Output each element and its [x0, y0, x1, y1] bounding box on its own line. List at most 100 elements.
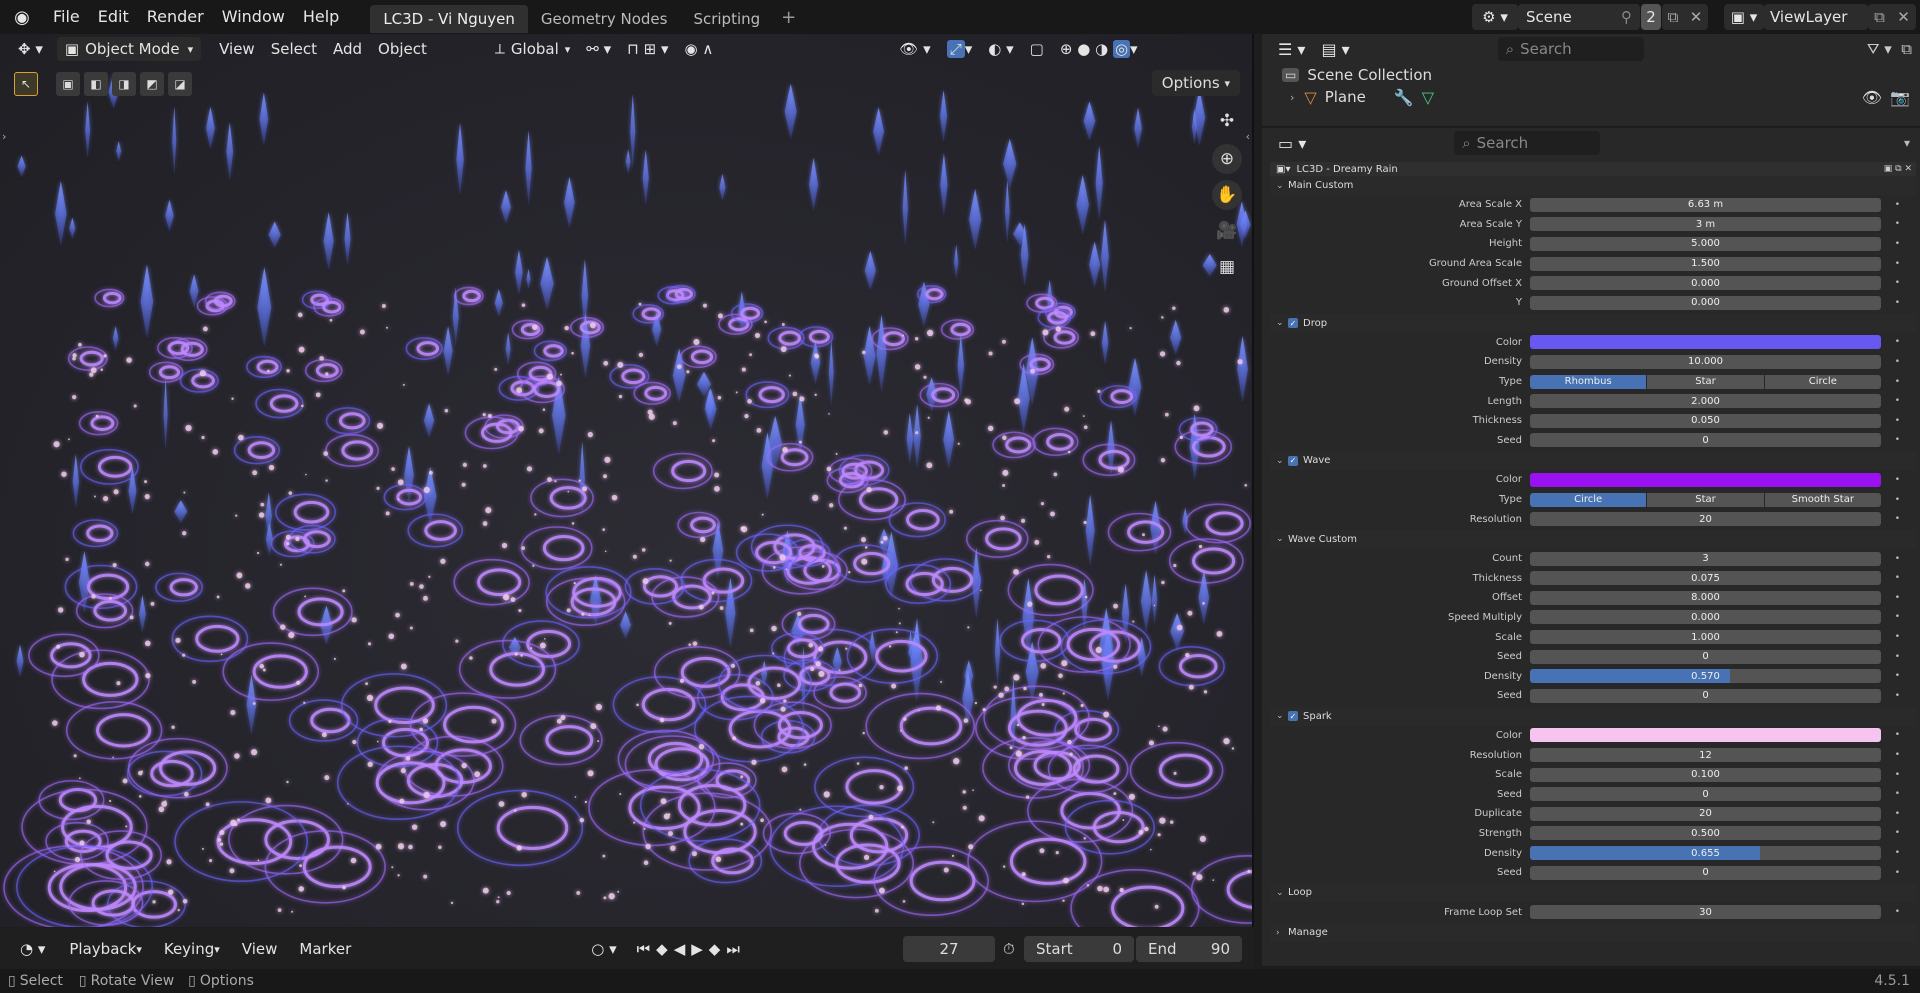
section-chevron-icon[interactable]: ⌄ [1276, 318, 1288, 328]
number-field[interactable]: 20 [1530, 806, 1881, 821]
section-drop[interactable]: ⌄ ✓ Drop [1270, 313, 1916, 333]
transform-orientation[interactable]: ⟂ Global ▾ [487, 37, 578, 61]
camera-view-icon[interactable]: 🎥 [1212, 216, 1242, 246]
keyframe-dot-icon[interactable]: • [1895, 278, 1900, 288]
keyframe-dot-icon[interactable]: • [1895, 200, 1900, 210]
number-field[interactable]: 0.500 [1530, 826, 1881, 841]
jump-end-icon[interactable]: ⏭ [726, 940, 746, 958]
menu-window[interactable]: Window [213, 0, 294, 34]
color-swatch[interactable] [1530, 335, 1881, 350]
auto-key-icon[interactable]: ○ ▾ [583, 937, 624, 961]
color-swatch[interactable] [1530, 472, 1881, 487]
3d-viewport[interactable]: ✥ ▾ ▣ Object Mode ▾ View Select Add Object … [0, 34, 1254, 927]
keyframe-dot-icon[interactable]: • [1895, 612, 1900, 622]
enum-option[interactable]: Smooth Star [1764, 492, 1881, 507]
keyframe-dot-icon[interactable]: • [1895, 337, 1900, 347]
keyframe-dot-icon[interactable]: • [1895, 514, 1900, 524]
keyframe-dot-icon[interactable]: • [1895, 416, 1900, 426]
keyframe-dot-icon[interactable]: • [1895, 298, 1900, 308]
color-swatch[interactable] [1530, 728, 1881, 743]
select-tool-icon[interactable]: ↖ [14, 72, 38, 96]
number-field[interactable]: 0 [1530, 865, 1881, 880]
keyframe-dot-icon[interactable]: • [1895, 219, 1900, 229]
viewport-menu-object[interactable]: Object [370, 37, 435, 61]
scene-type-icon[interactable]: ⚙ ▾ [1472, 4, 1518, 30]
mode-selector[interactable]: ▣ Object Mode ▾ [56, 37, 202, 61]
keyframe-dot-icon[interactable]: • [1895, 377, 1900, 387]
outliner-search-input[interactable]: ⌕ Search [1497, 37, 1644, 61]
wireframe-shading-icon[interactable]: ⊕ [1060, 40, 1073, 58]
number-field[interactable]: 0.100 [1530, 767, 1881, 782]
section-wave-custom[interactable]: ⌄ Wave Custom [1270, 529, 1916, 549]
enum-option[interactable]: Star [1647, 492, 1764, 507]
timeline-menu-keying[interactable]: Keying ▾ [156, 937, 228, 961]
keyframe-dot-icon[interactable]: • [1895, 357, 1900, 367]
select-new-icon[interactable]: ▣ [56, 72, 80, 96]
workspace-tab[interactable]: Scripting [680, 5, 773, 33]
number-field[interactable]: 2.000 [1530, 394, 1881, 409]
keyframe-dot-icon[interactable]: • [1895, 435, 1900, 445]
keyframe-dot-icon[interactable]: • [1895, 730, 1900, 740]
start-frame-field[interactable]: Start 0 [1024, 936, 1134, 962]
number-field[interactable]: 0.570 [1530, 669, 1881, 684]
timeline-editor-icon[interactable]: ◔ ▾ [12, 937, 53, 961]
keyframe-dot-icon[interactable]: • [1895, 848, 1900, 858]
hide-eye-icon[interactable]: 👁 [1862, 88, 1882, 107]
section-chevron-icon[interactable]: ⌄ [1276, 888, 1288, 898]
pan-hand-icon[interactable]: ✋ [1212, 180, 1242, 210]
workspace-tab[interactable]: Geometry Nodes [528, 5, 681, 33]
menu-file[interactable]: File [44, 0, 89, 34]
number-field[interactable]: 1.500 [1530, 256, 1881, 271]
outliner-editor-icon[interactable]: ☰ ▾ [1270, 37, 1313, 61]
select-intersect-icon[interactable]: ◪ [168, 72, 192, 96]
panel-actions-icons[interactable]: ▣ ⧉ ✕ [1884, 164, 1912, 174]
zoom-icon[interactable]: ⊕ [1212, 144, 1242, 174]
number-field[interactable]: 1.000 [1530, 630, 1881, 645]
keyframe-dot-icon[interactable]: • [1895, 750, 1900, 760]
menu-edit[interactable]: Edit [89, 0, 138, 34]
number-field[interactable]: 0.075 [1530, 571, 1881, 586]
number-field[interactable]: 0.000 [1530, 610, 1881, 625]
scene-selector[interactable]: Scene ⚲ [1518, 4, 1640, 30]
keyframe-dot-icon[interactable]: • [1895, 259, 1900, 269]
stopwatch-icon[interactable]: ⏱ [1003, 940, 1015, 958]
select-extend-icon[interactable]: ◧ [84, 72, 108, 96]
number-field[interactable]: 0 [1530, 787, 1881, 802]
number-field[interactable]: 8.000 [1530, 590, 1881, 605]
menu-help[interactable]: Help [294, 0, 348, 34]
perspective-grid-icon[interactable]: ▦ [1212, 252, 1242, 282]
section-spark[interactable]: ⌄ ✓ Spark [1270, 706, 1916, 726]
enum-option[interactable]: Circle [1764, 374, 1881, 389]
mesh-data-icon[interactable]: ▽ [1422, 88, 1434, 107]
number-field[interactable]: 20 [1530, 512, 1881, 527]
keyframe-dot-icon[interactable]: • [1895, 396, 1900, 406]
rendered-shading-icon[interactable]: ◎ [1112, 40, 1131, 58]
viewport-menu-add[interactable]: Add [325, 37, 370, 61]
number-field[interactable]: 10.000 [1530, 354, 1881, 369]
keyframe-dot-icon[interactable]: • [1895, 632, 1900, 642]
number-field[interactable]: 3 [1530, 551, 1881, 566]
number-field[interactable]: 0 [1530, 688, 1881, 703]
editor-type-icon[interactable]: ✥ ▾ [10, 37, 51, 61]
keyframe-dot-icon[interactable]: • [1895, 573, 1900, 583]
timeline-menu-view[interactable]: View [234, 937, 286, 961]
delete-scene-icon[interactable]: ✕ [1690, 8, 1703, 26]
section-wave[interactable]: ⌄ ✓ Wave [1270, 451, 1916, 471]
play-reverse-icon[interactable]: ◀ [674, 940, 692, 958]
addon-panel-title[interactable]: ▣▾ LC3D - Dreamy Rain ▣ ⧉ ✕ [1270, 162, 1916, 176]
keyframe-dot-icon[interactable]: • [1895, 691, 1900, 701]
sidebar-expand-icon[interactable]: ‹ [1246, 130, 1250, 143]
xray-icon[interactable]: ▢ [1022, 37, 1052, 61]
number-field[interactable]: 0.000 [1530, 295, 1881, 310]
keyframe-dot-icon[interactable]: • [1895, 789, 1900, 799]
section-chevron-icon[interactable]: › [1276, 928, 1288, 938]
number-field[interactable]: 0.000 [1530, 276, 1881, 291]
section-manage[interactable]: › Manage [1270, 923, 1916, 942]
timeline-menu-marker[interactable]: Marker [291, 937, 359, 961]
jump-start-icon[interactable]: ⏮ [637, 940, 657, 958]
number-field[interactable]: 30 [1530, 905, 1881, 920]
view-layer-type-icon[interactable]: ▣ ▾ [1724, 4, 1764, 30]
section-checkbox[interactable]: ✓ [1288, 711, 1298, 722]
gizmo-icon[interactable]: ⤢ ▾ [939, 37, 981, 61]
keyframe-dot-icon[interactable]: • [1895, 809, 1900, 819]
